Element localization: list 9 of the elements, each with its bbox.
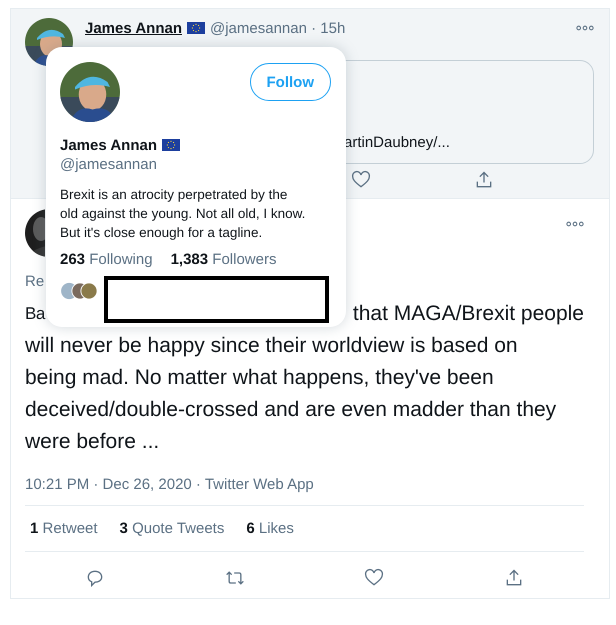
- tweet-text: that MAGA/Brexit people: [352, 301, 584, 327]
- author-handle: @jamesannan · 15h: [210, 20, 346, 36]
- profile-handle: @jamesannan: [60, 156, 158, 173]
- tweet-timestamp: 10:21 PM · Dec 26, 2020 · Twitter Web App: [25, 476, 315, 493]
- link-url: artinDaubney/...: [344, 134, 450, 151]
- tweet-text: will never be happy since their worldview is based on being mad. No matter what happens, they've been deceived/double-crossed and are even madder than they were before ...: [25, 333, 558, 455]
- tweet-text: Ba: [25, 303, 45, 325]
- replying-to-text: Re: [25, 273, 46, 290]
- profile-bio: Brexit is an atrocity perpetrated by the old against the young. Not all old, I know. But it's close enough for a tagline.: [60, 186, 306, 242]
